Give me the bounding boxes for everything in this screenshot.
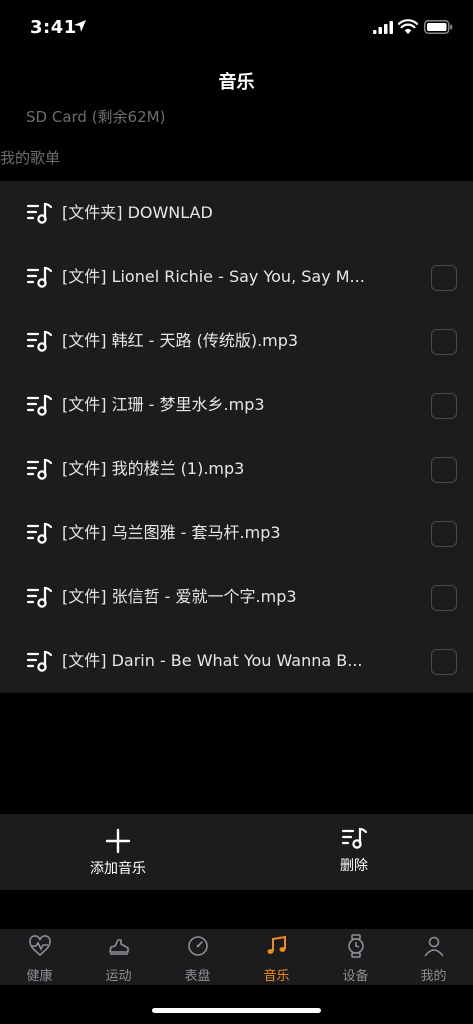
cell-signal-icon	[373, 21, 393, 34]
playlist-icon	[341, 827, 367, 849]
tab-device[interactable]: 设备	[316, 929, 395, 985]
tab-label: 音乐	[263, 969, 290, 984]
add-music-label: 添加音乐	[90, 861, 146, 877]
playlist-icon	[26, 394, 52, 416]
playlist-icon	[26, 330, 52, 352]
add-music-button[interactable]: 添加音乐	[28, 814, 208, 890]
list-item-label: [文件] Darin - Be What You Wanna B...	[62, 651, 363, 670]
delete-label: 删除	[340, 858, 368, 874]
tab-sports[interactable]: 运动	[79, 929, 158, 985]
section-label: 我的歌单	[0, 149, 61, 167]
playlist-icon	[26, 458, 52, 480]
playlist-icon	[26, 586, 52, 608]
list-item-label: [文件] Lionel Richie - Say You, Say M...	[62, 267, 365, 286]
list-item[interactable]: [文件] Darin - Be What You Wanna B...	[0, 629, 473, 693]
playlist: [文件夹] DOWNLAD [文件] Lionel Richie - Say Y…	[0, 181, 473, 693]
playlist-icon	[26, 522, 52, 544]
list-item-label: [文件] 张信哲 - 爱就一个字.mp3	[62, 587, 297, 606]
tab-watchface[interactable]: 表盘	[158, 929, 237, 985]
list-item[interactable]: [文件] 张信哲 - 爱就一个字.mp3	[0, 565, 473, 629]
home-indicator[interactable]	[152, 1008, 321, 1013]
music-note-icon	[267, 935, 286, 954]
list-item-label: [文件夹] DOWNLAD	[62, 203, 213, 222]
list-item[interactable]: [文件] 我的楼兰 (1).mp3	[0, 437, 473, 501]
tab-label: 表盘	[184, 969, 211, 984]
delete-button[interactable]: 删除	[264, 814, 444, 890]
select-checkbox[interactable]	[431, 265, 457, 291]
person-icon	[423, 936, 444, 957]
list-item[interactable]: [文件] 江珊 - 梦里水乡.mp3	[0, 373, 473, 437]
page-title: 音乐	[218, 72, 255, 93]
tab-label: 我的	[420, 969, 447, 984]
tab-label: 运动	[105, 969, 132, 984]
select-checkbox[interactable]	[431, 457, 457, 483]
tab-music[interactable]: 音乐	[237, 929, 316, 985]
tab-bar: 健康 运动 表盘 音乐 设备 我的	[0, 929, 473, 985]
storage-info: SD Card (剩余62M)	[26, 108, 166, 126]
list-item[interactable]: [文件] 乌兰图雅 - 套马杆.mp3	[0, 501, 473, 565]
playlist-icon	[26, 650, 52, 672]
list-item-label: [文件] 韩红 - 天路 (传统版).mp3	[62, 331, 299, 350]
select-checkbox[interactable]	[431, 649, 457, 675]
plus-icon	[105, 828, 131, 854]
wifi-icon	[398, 19, 418, 34]
watch-icon	[347, 934, 364, 958]
list-item[interactable]: [文件] 韩红 - 天路 (传统版).mp3	[0, 309, 473, 373]
heart-pulse-icon	[28, 935, 51, 957]
battery-icon	[424, 20, 453, 34]
list-item[interactable]: [文件] Lionel Richie - Say You, Say M...	[0, 245, 473, 309]
status-time: 3:41	[30, 17, 77, 38]
tab-health[interactable]: 健康	[0, 929, 79, 985]
tab-label: 健康	[26, 969, 53, 984]
list-item[interactable]: [文件夹] DOWNLAD	[0, 181, 473, 245]
list-item-label: [文件] 我的楼兰 (1).mp3	[62, 459, 245, 478]
status-bar: 3:41	[0, 0, 473, 56]
playlist-icon	[26, 266, 52, 288]
tab-label: 设备	[342, 969, 369, 984]
list-item-label: [文件] 乌兰图雅 - 套马杆.mp3	[62, 523, 281, 542]
select-checkbox[interactable]	[431, 393, 457, 419]
gauge-icon	[187, 936, 208, 956]
tab-mine[interactable]: 我的	[394, 929, 473, 985]
list-item-label: [文件] 江珊 - 梦里水乡.mp3	[62, 395, 265, 414]
shoe-icon	[108, 939, 129, 955]
action-bar: 添加音乐 删除	[0, 814, 473, 890]
select-checkbox[interactable]	[431, 329, 457, 355]
location-arrow-icon	[74, 20, 86, 32]
playlist-icon	[26, 202, 52, 224]
select-checkbox[interactable]	[431, 585, 457, 611]
select-checkbox[interactable]	[431, 521, 457, 547]
